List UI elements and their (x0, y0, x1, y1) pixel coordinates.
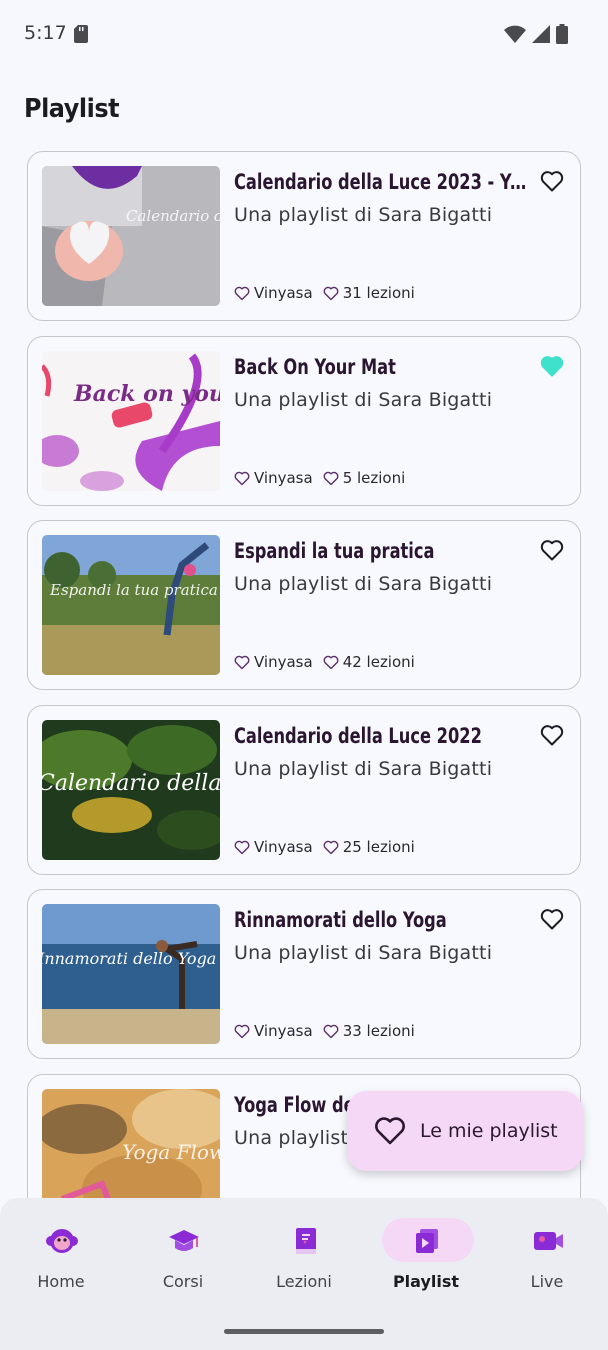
style-heart-icon (234, 471, 250, 485)
playlist-meta: Vinyasa 31 lezioni (234, 284, 415, 302)
playlist-thumbnail: Espandi la tua pratica (42, 535, 220, 675)
playlist-meta: Vinyasa 42 lezioni (234, 653, 415, 671)
playlist-title: Rinnamorati dello Yoga (234, 908, 447, 932)
thumbnail-caption: Back on your Mat (73, 381, 220, 407)
favorite-heart-icon[interactable] (540, 539, 564, 561)
lessons-heart-icon (323, 655, 339, 669)
playlist-style: Vinyasa (254, 469, 313, 487)
favorite-heart-icon[interactable] (540, 724, 564, 746)
status-bar: 5:17 (0, 0, 608, 68)
thumbnail-caption: Calendario della Luce (42, 771, 220, 796)
playlist-title: Back On Your Mat (234, 355, 396, 379)
monkey-icon (45, 1225, 79, 1257)
my-playlists-label: Le mie playlist (420, 1120, 558, 1142)
bottom-navigation: Home Corsi Lezioni Playlist Live (0, 1198, 608, 1350)
nav-item-playlist[interactable]: Playlist (365, 1198, 487, 1308)
style-heart-icon (234, 1024, 250, 1038)
heart-outline-icon (374, 1117, 406, 1150)
gesture-home-bar[interactable] (224, 1329, 384, 1334)
lessons-heart-icon (323, 840, 339, 854)
playlist-lessons-count: 31 lezioni (342, 284, 415, 302)
thumbnail-caption: Espandi la tua pratica (49, 581, 218, 599)
playlist-card[interactable]: Espandi la tua pratica Espandi la tua pr… (27, 520, 581, 690)
playlist-meta: Vinyasa 33 lezioni (234, 1022, 415, 1040)
playlist-title: Calendario della Luce 2023 - Yam... (234, 170, 535, 194)
my-playlists-button[interactable]: Le mie playlist (347, 1091, 583, 1171)
nav-item-live[interactable]: Live (486, 1198, 608, 1308)
thumbnail-caption: Innamorati dello Yoga (42, 949, 216, 968)
thumbnail-caption: Calendario della Luce (126, 207, 220, 225)
playlist-thumbnail: Back on your Mat (42, 351, 220, 491)
style-heart-icon (234, 840, 250, 854)
wifi-icon (504, 25, 526, 48)
style-heart-icon (234, 655, 250, 669)
style-heart-icon (234, 286, 250, 300)
playlist-lessons-count: 33 lezioni (342, 1022, 415, 1040)
nav-label-playlist: Playlist (392, 1272, 460, 1291)
battery-icon (556, 24, 568, 49)
sd-card-icon (74, 25, 88, 48)
playlist-lessons-count: 42 lezioni (342, 653, 415, 671)
playlist-thumbnail: Calendario della Luce (42, 166, 220, 306)
playlist-meta: Vinyasa 5 lezioni (234, 469, 405, 487)
thumbnail-caption: Yoga Flow estate (122, 1140, 220, 1164)
nav-label-home: Home (37, 1272, 85, 1291)
favorite-heart-filled-icon[interactable] (540, 355, 564, 377)
playlist-card[interactable]: Back on your Mat Back On Your Mat Una pl… (27, 336, 581, 506)
playlist-title: Espandi la tua pratica (234, 539, 435, 563)
playlist-play-icon (410, 1225, 444, 1257)
nav-label-corsi: Corsi (162, 1272, 204, 1291)
favorite-heart-icon[interactable] (540, 170, 564, 192)
playlist-style: Vinyasa (254, 653, 313, 671)
nav-label-lezioni: Lezioni (276, 1272, 332, 1291)
playlist-lessons-count: 5 lezioni (342, 469, 406, 487)
playlist-lessons-count: 25 lezioni (342, 838, 415, 856)
playlist-card[interactable]: Innamorati dello Yoga Rinnamorati dello … (27, 889, 581, 1059)
playlist-card[interactable]: Calendario della Luce Calendario della L… (27, 151, 581, 321)
nav-item-lezioni[interactable]: Lezioni (243, 1198, 365, 1308)
playlist-title: Calendario della Luce 2022 (234, 724, 482, 748)
playlist-author: Una playlist di Sara Bigatti (234, 389, 493, 411)
favorite-heart-icon[interactable] (540, 908, 564, 930)
playlist-author: Una playlist (234, 1127, 349, 1149)
page-title: Playlist (24, 94, 120, 124)
book-icon (288, 1225, 322, 1257)
playlist-meta: Vinyasa 25 lezioni (234, 838, 415, 856)
playlist-author: Una playlist di Sara Bigatti (234, 942, 493, 964)
nav-label-live: Live (530, 1272, 564, 1291)
playlist-author: Una playlist di Sara Bigatti (234, 204, 493, 226)
video-camera-icon (531, 1225, 565, 1257)
playlist-style: Vinyasa (254, 284, 313, 302)
playlist-style: Vinyasa (254, 1022, 313, 1040)
nav-item-corsi[interactable]: Corsi (122, 1198, 244, 1308)
playlist-thumbnail: Calendario della Luce (42, 720, 220, 860)
playlist-thumbnail: Innamorati dello Yoga (42, 904, 220, 1044)
lessons-heart-icon (323, 1024, 339, 1038)
playlist-author: Una playlist di Sara Bigatti (234, 573, 493, 595)
graduation-cap-icon (167, 1225, 201, 1257)
lessons-heart-icon (323, 286, 339, 300)
lessons-heart-icon (323, 471, 339, 485)
nav-item-home[interactable]: Home (0, 1198, 122, 1308)
playlist-author: Una playlist di Sara Bigatti (234, 758, 493, 780)
status-time: 5:17 (24, 22, 67, 44)
signal-icon (532, 25, 550, 48)
playlist-card[interactable]: Calendario della Luce Calendario della L… (27, 705, 581, 875)
playlist-style: Vinyasa (254, 838, 313, 856)
